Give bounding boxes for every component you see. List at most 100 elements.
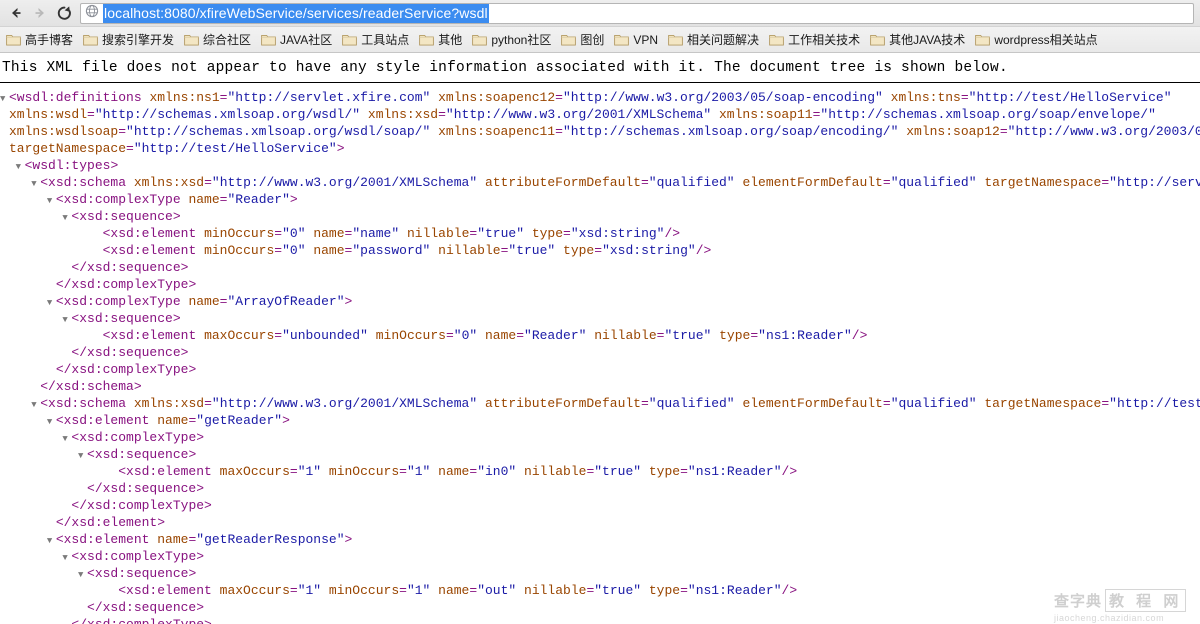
browser-toolbar: localhost:8080/xfireWebService/services/… (0, 0, 1200, 26)
xml-line: ▼ <xsd:sequence> (78, 566, 197, 583)
folder-icon (975, 33, 994, 46)
expand-triangle-icon[interactable]: ▼ (31, 177, 40, 192)
folder-icon (419, 33, 438, 46)
xml-line: targetNamespace="http://test/HelloServic… (9, 141, 345, 156)
xml-line: xmlns:wsdl="http://schemas.xmlsoap.org/w… (9, 107, 1156, 122)
bookmark-item[interactable]: 搜索引擎开发 (79, 30, 180, 50)
folder-icon (6, 33, 25, 46)
folder-icon (261, 33, 280, 46)
arrow-left-icon (8, 5, 24, 21)
expand-triangle-icon[interactable]: ▼ (47, 534, 56, 549)
address-bar[interactable]: localhost:8080/xfireWebService/services/… (80, 2, 1194, 24)
xml-line: ▼ <xsd:complexType> (62, 549, 205, 564)
bookmark-label: 其他JAVA技术 (889, 33, 966, 47)
bookmark-label: 其他 (438, 33, 463, 47)
bookmark-item[interactable]: 图创 (557, 30, 610, 50)
xml-line: ▼ <wsdl:types> (15, 158, 119, 175)
expand-triangle-icon[interactable]: ▼ (47, 194, 56, 209)
xml-line: <xsd:element minOccurs="0" name="passwor… (102, 243, 712, 258)
xml-line: ▼ <xsd:complexType name="ArrayOfReader"> (46, 294, 353, 311)
bookmark-label: 高手博客 (25, 33, 74, 47)
xml-line: ▼ <xsd:sequence> (78, 447, 197, 464)
xml-line: </xsd:sequence> (87, 600, 205, 615)
folder-icon (472, 33, 491, 46)
bookmark-item[interactable]: 工作相关技术 (765, 30, 866, 50)
bookmark-label: 相关问题解决 (687, 33, 760, 47)
bookmark-item[interactable]: 其他JAVA技术 (866, 30, 971, 50)
xml-document-tree: ▼ <wsdl:definitions xmlns:ns1="http://ser… (0, 83, 1200, 624)
xml-line: ▼ <wsdl:definitions xmlns:ns1="http://ser… (0, 90, 1172, 107)
bookmark-item[interactable]: 综合社区 (180, 30, 257, 50)
bookmark-label: 工具站点 (361, 33, 410, 47)
xml-line: <xsd:element maxOccurs="unbounded" minOc… (102, 328, 868, 343)
xml-line: </xsd:sequence> (71, 260, 189, 275)
browser-chrome: localhost:8080/xfireWebService/services/… (0, 0, 1200, 53)
xml-line: </xsd:complexType> (0, 617, 1200, 624)
xml-line: ▼ <xsd:schema xmlns:xsd="http://www.w3.or… (31, 175, 1200, 192)
watermark: 查字典 教 程 网 jiaocheng.chazidian.com (1054, 589, 1192, 623)
expand-triangle-icon[interactable]: ▼ (0, 92, 9, 107)
watermark-title: 查字典 (1054, 593, 1103, 610)
xml-line: ▼ <xsd:sequence> (62, 311, 181, 326)
xml-line: ▼ <xsd:element name="getReaderResponse"> (46, 532, 353, 549)
folder-icon (870, 33, 889, 46)
bookmark-item[interactable]: 高手博客 (2, 30, 79, 50)
bookmark-item[interactable]: 相关问题解决 (664, 30, 765, 50)
xml-line: </xsd:complexType> (55, 277, 197, 292)
folder-icon (342, 33, 361, 46)
forward-button[interactable] (28, 2, 52, 24)
bookmark-label: VPN (633, 32, 659, 47)
expand-triangle-icon[interactable]: ▼ (16, 160, 25, 175)
bookmarks-bar: 高手博客 搜索引擎开发 综合社区 JAVA社区 工具站点 其他 python社区… (0, 26, 1200, 52)
bookmark-item[interactable]: wordpress相关站点 (971, 30, 1103, 50)
arrow-right-icon (32, 5, 48, 21)
xml-line: ▼ <xsd:element name="getReader"> (46, 413, 290, 430)
xml-style-notice: This XML file does not appear to have an… (0, 53, 1200, 83)
bookmark-label: 综合社区 (203, 33, 252, 47)
reload-icon (56, 5, 73, 22)
bookmark-label: wordpress相关站点 (994, 33, 1098, 47)
bookmark-item[interactable]: VPN (610, 30, 664, 50)
expand-triangle-icon[interactable]: ▼ (78, 449, 87, 464)
bookmark-item[interactable]: 其他 (415, 30, 468, 50)
xml-line: </xsd:sequence> (71, 345, 189, 360)
folder-icon (561, 33, 580, 46)
xml-line: </xsd:schema> (40, 379, 142, 394)
watermark-title-row: 查字典 教 程 网 (1054, 589, 1192, 612)
folder-icon (614, 33, 633, 46)
xml-line: ▼ <xsd:complexType name="Reader"> (46, 192, 298, 209)
xml-line: <xsd:element maxOccurs="1" minOccurs="1"… (118, 464, 798, 479)
xml-line: ▼ <xsd:schema xmlns:xsd="http://www.w3.or… (31, 396, 1200, 413)
xml-line: </xsd:element> (55, 515, 166, 530)
folder-icon (184, 33, 203, 46)
xml-line: ▼ <xsd:complexType> (62, 430, 205, 445)
xml-line: </xsd:complexType> (55, 362, 197, 377)
bookmark-label: 工作相关技术 (788, 33, 861, 47)
bookmark-label: 搜索引擎开发 (102, 33, 175, 47)
folder-icon (668, 33, 687, 46)
bookmark-label: 图创 (580, 33, 605, 47)
xml-line: </xsd:sequence> (87, 481, 205, 496)
xml-line: xmlns:wsdlsoap="http://schemas.xmlsoap.o… (9, 124, 1200, 139)
bookmark-label: JAVA社区 (280, 33, 333, 47)
xml-line: <xsd:element maxOccurs="1" minOccurs="1"… (118, 583, 798, 598)
expand-triangle-icon[interactable]: ▼ (47, 296, 56, 311)
expand-triangle-icon[interactable]: ▼ (78, 568, 87, 583)
xml-line: </xsd:complexType> (71, 498, 212, 513)
bookmark-label: python社区 (491, 33, 552, 47)
address-bar-input[interactable]: localhost:8080/xfireWebService/services/… (103, 3, 489, 23)
folder-icon (769, 33, 788, 46)
expand-triangle-icon[interactable]: ▼ (31, 398, 40, 413)
back-button[interactable] (4, 2, 28, 24)
xml-line: ▼ <xsd:sequence> (62, 209, 181, 224)
reload-button[interactable] (52, 2, 76, 24)
xml-line: <xsd:element minOccurs="0" name="name" n… (102, 226, 681, 241)
expand-triangle-icon[interactable]: ▼ (47, 415, 56, 430)
bookmark-item[interactable]: JAVA社区 (257, 30, 338, 50)
watermark-subtitle: jiaocheng.chazidian.com (1054, 613, 1165, 623)
watermark-boxed-text: 教 程 网 (1105, 589, 1187, 612)
bookmark-item[interactable]: 工具站点 (338, 30, 415, 50)
folder-icon (83, 33, 102, 46)
bookmark-item[interactable]: python社区 (468, 30, 557, 50)
globe-icon (85, 4, 99, 23)
